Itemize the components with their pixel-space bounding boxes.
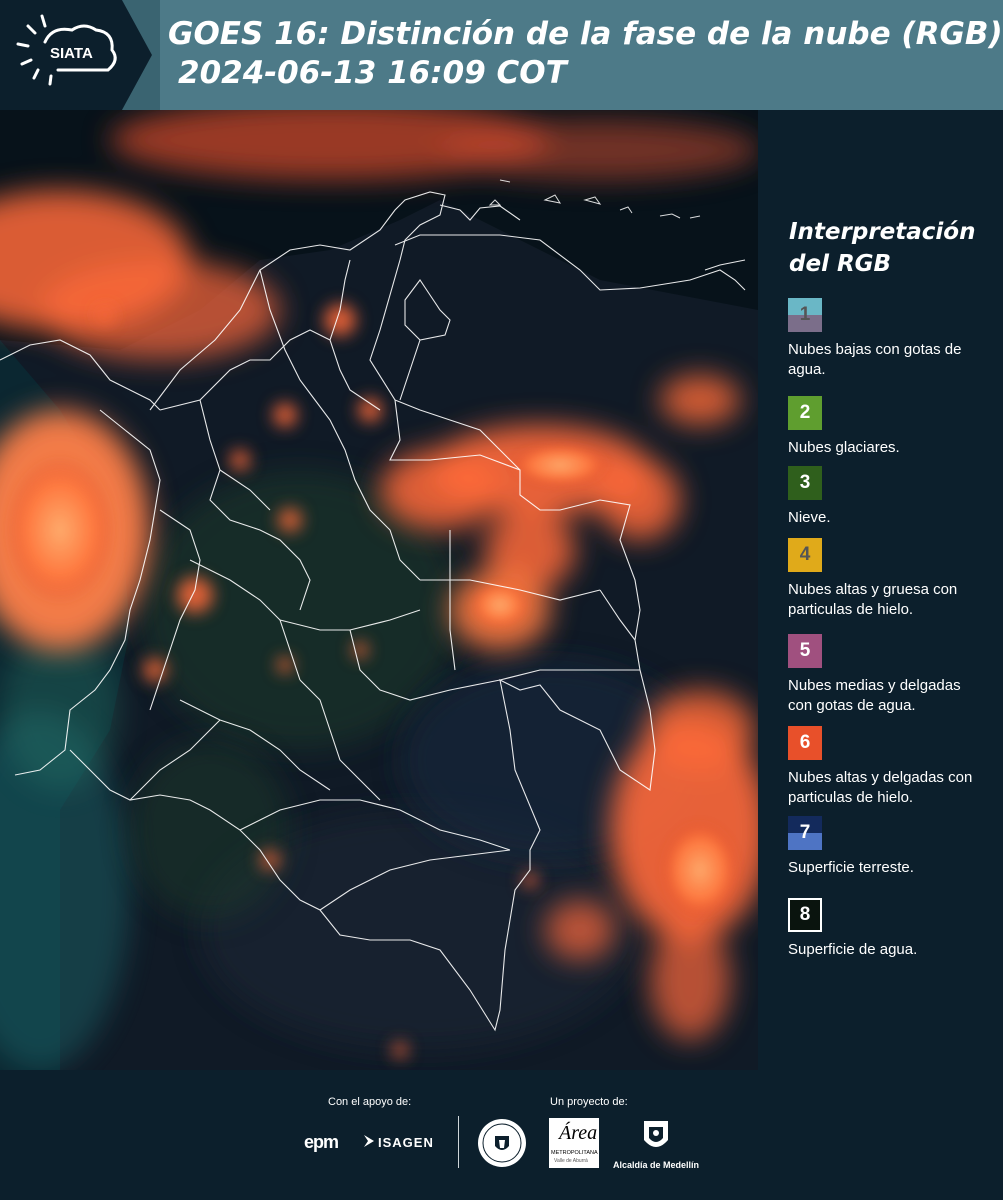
alcaldia-logo: Alcaldía de Medellín [613,1160,700,1170]
legend-item-8: 8 Superficie de agua. [788,898,988,960]
legend-number: 7 [799,822,811,843]
legend-number: 1 [799,304,811,325]
legend-label: Nubes glaciares. [788,439,900,456]
epm-logo: epm [304,1132,339,1152]
alcaldia-shield-icon [641,1118,671,1156]
legend-swatch: 2 [788,396,822,430]
legend-label: Nubes medias y delgadas con gotas de agu… [788,677,961,714]
legend-item-2: 2 Nubes glaciares. [788,396,988,458]
legend-number: 4 [799,544,811,565]
legend-item-5: 5 Nubes medias y delgadas con gotas de ag… [788,634,988,716]
legend-number: 6 [799,732,811,753]
isagen-logo-icon [362,1133,376,1147]
svg-text:SIATA: SIATA [50,45,93,62]
legend-number: 2 [799,402,811,423]
footer-divider [458,1116,459,1168]
government-seal-logo [477,1118,527,1168]
legend-title: Interpretación del RGB [789,219,976,277]
project-label: Un proyecto de: [550,1096,628,1108]
legend-swatch: 6 [788,726,822,760]
page-timestamp: 2024-06-13 16:09 COT [178,55,567,91]
legend-swatch: 5 [788,634,822,668]
siata-logo: SIATA [0,0,160,110]
legend-swatch: 7 [788,816,822,850]
legend-swatch: 3 [788,466,822,500]
legend-item-4: 4 Nubes altas y gruesa con particulas de … [788,538,988,620]
page-title: GOES 16: Distinción de la fase de la nub… [168,16,1003,52]
isagen-logo: ISAGEN [378,1135,434,1150]
legend-label: Superficie de agua. [788,941,918,958]
legend-number: 5 [799,640,811,661]
legend-label: Superficie terreste. [788,859,914,876]
legend-item-7: 7 Superficie terreste. [788,816,988,878]
legend-panel: Interpretación del RGB 1 Nubes bajas con … [760,110,1003,1070]
footer: Con el apoyo de: Un proyecto de: epm ISA… [0,1070,1003,1200]
support-label: Con el apoyo de: [328,1096,412,1108]
area-metropolitana-logo: Área METROPOLITANA Valle de Aburrá [549,1118,599,1168]
legend-item-1: 1 Nubes bajas con gotas de agua. [788,298,988,380]
satellite-map [0,110,758,1070]
legend-label: Nubes bajas con gotas de agua. [788,341,962,378]
legend-swatch: 4 [788,538,822,572]
legend-swatch: 1 [788,298,822,332]
header-bar: SIATA GOES 16: Distinción de la fase de … [0,0,1003,110]
legend-label: Nubes altas y delgadas con particulas de… [788,769,973,806]
legend-swatch: 8 [788,898,822,932]
legend-number: 8 [799,904,811,925]
legend-number: 3 [799,472,811,493]
legend-item-6: 6 Nubes altas y delgadas con particulas d… [788,726,988,808]
legend-item-3: 3 Nieve. [788,466,988,528]
legend-label: Nubes altas y gruesa con particulas de h… [788,581,958,618]
satellite-rgb-image [0,110,758,1070]
legend-label: Nieve. [788,509,831,526]
